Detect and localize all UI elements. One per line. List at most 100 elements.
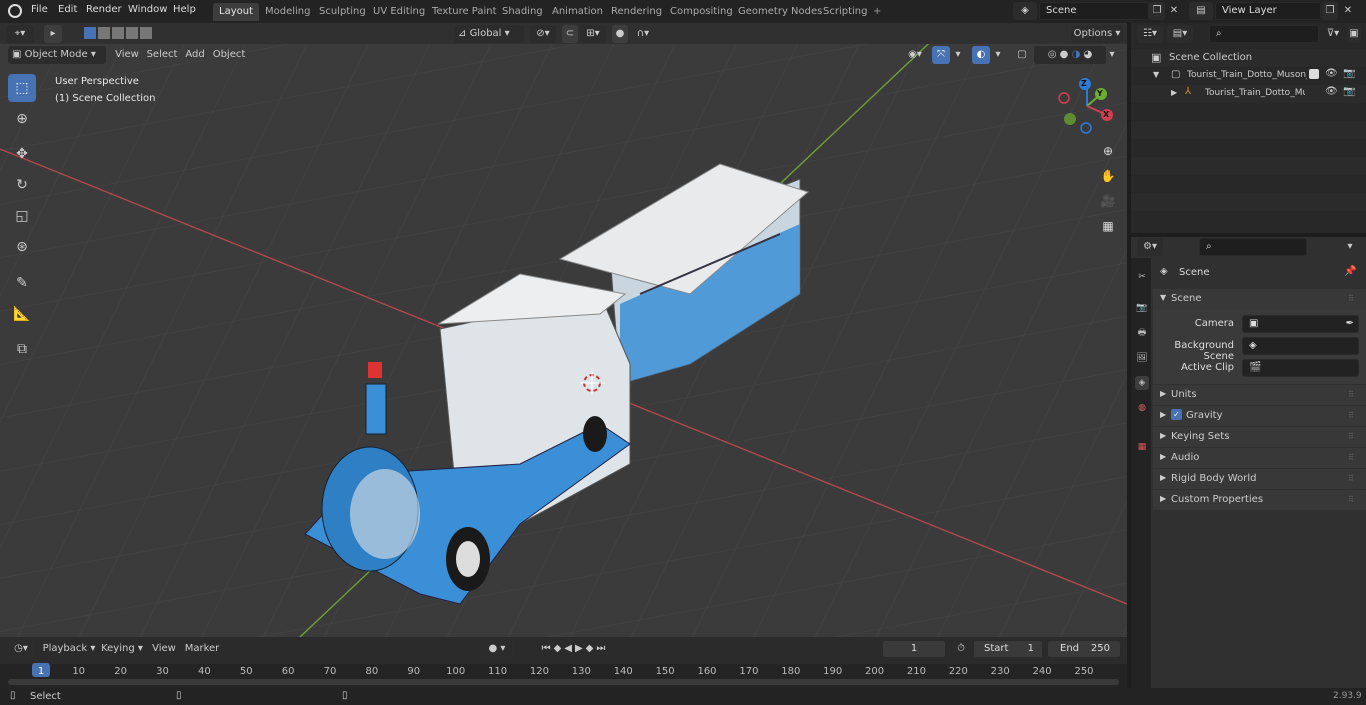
tab-rendering[interactable]: Rendering	[605, 3, 668, 21]
audio-panel[interactable]: ▶ Audio ⠿	[1153, 448, 1366, 468]
annotate-icon[interactable]: ✎	[8, 269, 36, 297]
menu-view[interactable]: View	[112, 46, 142, 64]
playback-controls[interactable]: ⏮◆◀▶◆⏭	[522, 640, 628, 658]
mode-dropdown[interactable]: ▣ Object Mode ▾	[8, 46, 106, 64]
world-tab-icon[interactable]: ◍	[1135, 401, 1149, 415]
options-dropdown[interactable]: Options ▾	[1071, 25, 1123, 43]
add-workspace-button[interactable]: +	[867, 3, 887, 21]
tab-shading[interactable]: Shading	[496, 3, 549, 21]
cursor-icon[interactable]: ⊕	[8, 105, 36, 133]
measure-icon[interactable]: 📐	[8, 300, 36, 328]
start-frame-field[interactable]: Start 1	[973, 640, 1043, 658]
stopwatch-icon[interactable]: ⏱	[952, 640, 970, 658]
new-view-layer-icon[interactable]: ❐	[1322, 2, 1338, 20]
playback-menu[interactable]: Playback ▾	[42, 640, 96, 658]
pivot-point-icon[interactable]: ⊘▾	[530, 25, 556, 43]
view-layer-tab-icon[interactable]: 🖼	[1135, 351, 1149, 365]
gravity-checkbox[interactable]: ✓	[1171, 409, 1182, 420]
shading-mode-icons[interactable]: ◎ ● ◑ ◕	[1034, 46, 1106, 64]
scene-name-field[interactable]: Scene	[1039, 2, 1149, 20]
drag-handle-icon[interactable]: ⠿	[1348, 474, 1354, 483]
drag-handle-icon[interactable]: ⠿	[1348, 411, 1354, 420]
keying-sets-panel[interactable]: ▶ Keying Sets ⠿	[1153, 427, 1366, 447]
camera-icon[interactable]: 📷	[1343, 86, 1355, 97]
outliner-row-object[interactable]: ▶ ⅄ Tourist_Train_Dotto_Musc 👁 📷	[1131, 85, 1366, 103]
add-cube-icon[interactable]: ⧉	[8, 335, 36, 363]
tab-layout[interactable]: Layout	[213, 3, 259, 21]
menu-add[interactable]: Add	[182, 46, 208, 64]
view-layer-selector-icon[interactable]: ▤	[1189, 2, 1213, 20]
units-panel[interactable]: ▶ Units ⠿	[1153, 385, 1366, 405]
menu-help[interactable]: Help	[173, 4, 196, 15]
drag-handle-icon[interactable]: ⠿	[1348, 294, 1354, 303]
proportional-edit-icon[interactable]: ●	[612, 25, 628, 43]
menu-select[interactable]: Select	[146, 46, 178, 64]
move-icon[interactable]: ✥	[8, 140, 36, 168]
outliner-search-input[interactable]: ⌕	[1209, 25, 1319, 43]
gizmo-toggle-icon[interactable]: ⤧	[932, 46, 950, 64]
select-mode-icons[interactable]	[78, 25, 158, 43]
rotate-icon[interactable]: ↻	[8, 171, 36, 199]
background-scene-field[interactable]: ◈	[1242, 337, 1359, 355]
active-clip-field[interactable]: 🎬	[1242, 359, 1359, 377]
auto-keying-icon[interactable]: ● ▾	[480, 640, 514, 658]
new-collection-icon[interactable]: ▣	[1347, 25, 1361, 43]
rigid-body-world-panel[interactable]: ▶ Rigid Body World ⠿	[1153, 469, 1366, 489]
outliner-editor-icon[interactable]: ☷▾	[1137, 25, 1163, 43]
marker-menu[interactable]: Marker	[184, 640, 220, 658]
new-scene-icon[interactable]: ❐	[1149, 2, 1165, 20]
menu-window[interactable]: Window	[128, 4, 167, 15]
3d-viewport[interactable]: Z Y X	[0, 44, 1127, 637]
tab-geometry-nodes[interactable]: Geometry Nodes	[732, 3, 828, 21]
select-box-icon[interactable]: ⬚	[8, 74, 36, 102]
tab-compositing[interactable]: Compositing	[664, 3, 739, 21]
gravity-panel[interactable]: ▶ ✓ Gravity ⠿	[1153, 406, 1366, 426]
snap-target-icon[interactable]: ⊞▾	[580, 25, 606, 43]
timeline-editor-icon[interactable]: ◷▾	[8, 640, 34, 658]
overlay-toggle-icon[interactable]: ◐	[972, 46, 990, 64]
scene-selector-icon[interactable]: ◈	[1013, 2, 1037, 20]
camera-icon[interactable]: 📷	[1343, 68, 1355, 79]
outliner-row-collection[interactable]: ▼ ▢ Tourist_Train_Dotto_Muson_R 👁 📷	[1131, 67, 1366, 85]
tab-sculpting[interactable]: Sculpting	[313, 3, 372, 21]
display-mode-icon[interactable]: ▤▾	[1167, 25, 1193, 43]
delete-scene-icon[interactable]: ✕	[1166, 2, 1182, 20]
expand-arrow-icon[interactable]: ▶	[1171, 88, 1177, 97]
tab-scripting[interactable]: Scripting	[817, 3, 873, 21]
timeline-view-menu[interactable]: View	[150, 640, 178, 658]
drag-handle-icon[interactable]: ⠿	[1348, 432, 1354, 441]
tool-tab-icon[interactable]: ✂	[1135, 270, 1149, 284]
eye-icon[interactable]: 👁	[1325, 68, 1338, 79]
drag-handle-icon[interactable]: ⠿	[1348, 390, 1354, 399]
shading-dropdown-icon[interactable]: ▾	[1106, 46, 1118, 64]
eye-icon[interactable]: 👁	[1325, 86, 1338, 97]
pin-icon[interactable]: 📌	[1344, 266, 1356, 277]
properties-editor-icon[interactable]: ⚙▾	[1137, 238, 1163, 256]
drag-handle-icon[interactable]: ⠿	[1348, 453, 1354, 462]
scene-tab-icon[interactable]: ◈	[1135, 376, 1149, 390]
view-layer-field[interactable]: View Layer	[1215, 2, 1321, 20]
expand-arrow-icon[interactable]: ▼	[1153, 70, 1159, 79]
xray-icon[interactable]: ▢	[1014, 46, 1030, 64]
visibility-icon[interactable]: ◉▾	[902, 46, 928, 64]
menu-object[interactable]: Object	[212, 46, 246, 64]
transform-icon[interactable]: ⊛	[8, 233, 36, 261]
end-frame-field[interactable]: End 250	[1047, 640, 1121, 658]
camera-view-icon[interactable]: 🎥	[1098, 191, 1118, 211]
editor-type-icon[interactable]: ⌖▾	[6, 25, 34, 43]
render-tab-icon[interactable]: 📷	[1135, 301, 1149, 315]
menu-file[interactable]: File	[31, 4, 48, 15]
scene-panel-header[interactable]: ▼ Scene ⠿	[1153, 289, 1366, 309]
tab-uv-editing[interactable]: UV Editing	[367, 3, 431, 21]
outliner-row-root[interactable]: ▣ Scene Collection	[1131, 49, 1366, 67]
falloff-icon[interactable]: ∩▾	[630, 25, 656, 43]
perspective-toggle-icon[interactable]: ▦	[1098, 216, 1118, 236]
gizmo-dropdown-icon[interactable]: ▾	[952, 46, 964, 64]
menu-edit[interactable]: Edit	[58, 4, 77, 15]
timeline-scrollbar[interactable]	[8, 679, 1119, 685]
filter-icon[interactable]: ⊽▾	[1321, 25, 1345, 43]
current-frame-field[interactable]: 1	[882, 640, 946, 658]
custom-properties-panel[interactable]: ▶ Custom Properties ⠿	[1153, 490, 1366, 510]
tab-modeling[interactable]: Modeling	[259, 3, 317, 21]
properties-search-input[interactable]: ⌕	[1199, 238, 1307, 256]
